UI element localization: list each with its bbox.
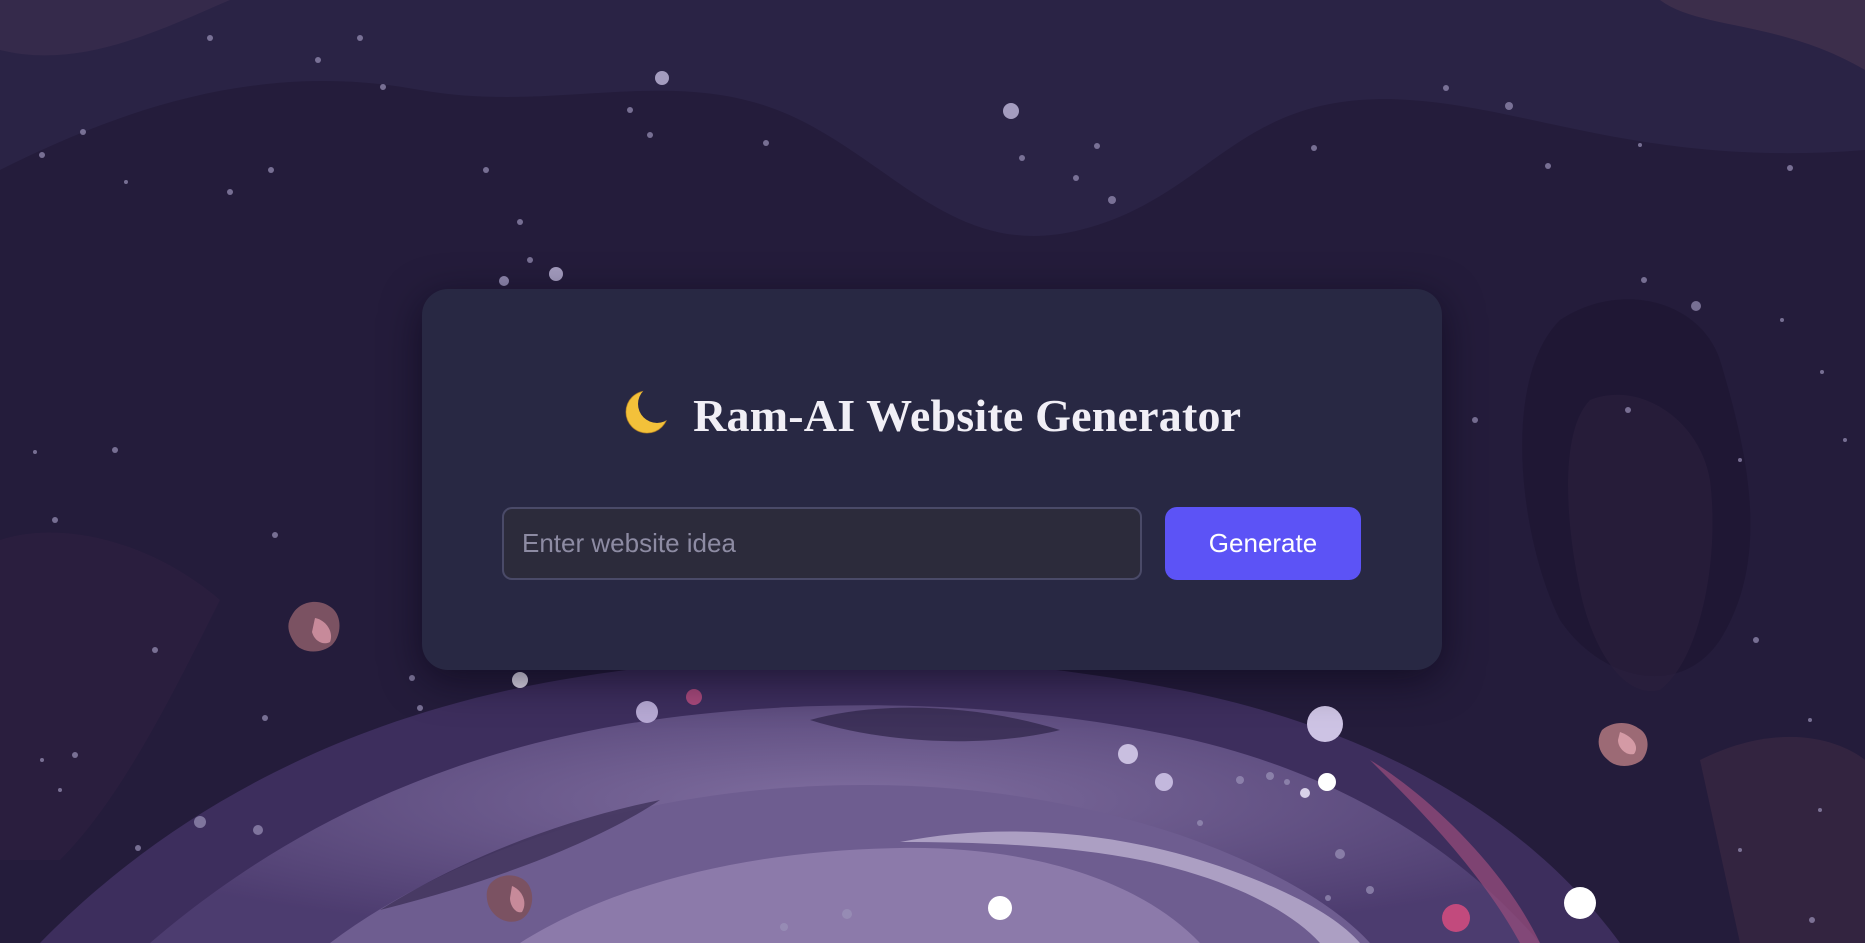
- page-title: Ram-AI Website Generator: [693, 390, 1242, 441]
- generator-card: Ram-AI Website Generator Generate: [422, 289, 1442, 670]
- website-idea-input[interactable]: [502, 507, 1142, 580]
- title-row: Ram-AI Website Generator: [422, 389, 1442, 442]
- generate-button[interactable]: Generate: [1165, 507, 1361, 580]
- crescent-moon-icon: [625, 390, 669, 433]
